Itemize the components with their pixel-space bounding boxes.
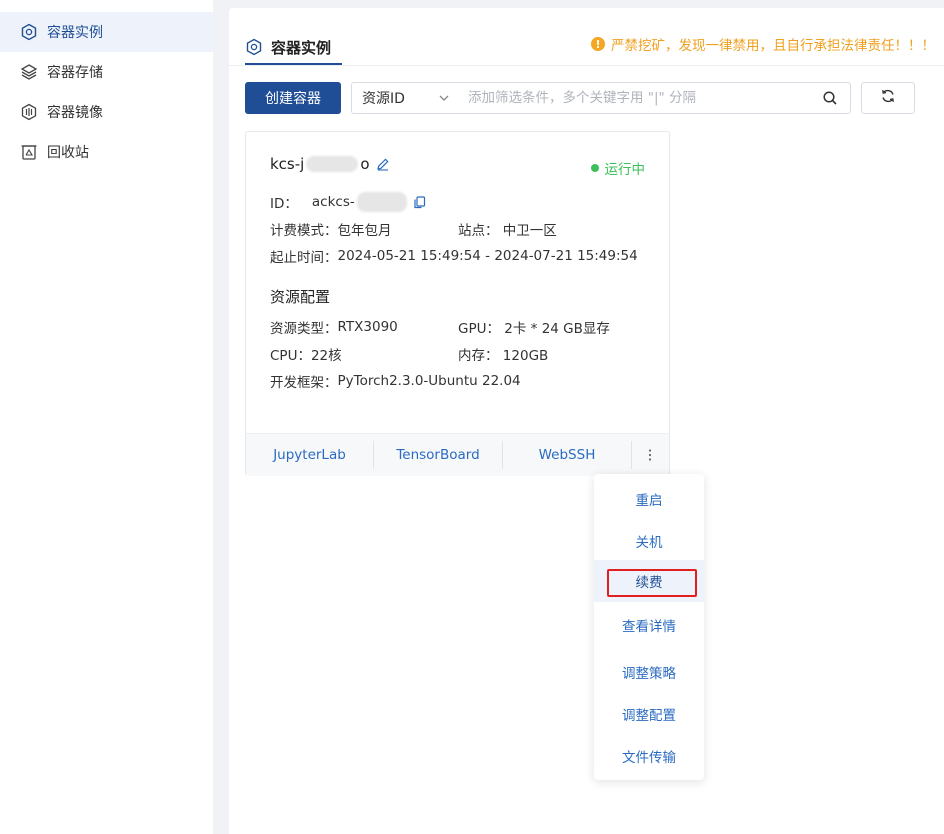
status-text: 运行中 bbox=[604, 162, 646, 178]
menu-item-shutdown[interactable]: 关机 bbox=[594, 521, 704, 561]
warning-icon: ! bbox=[591, 37, 605, 51]
period-value: 2024-05-21 15:49:54 - 2024-07-21 15:49:5… bbox=[337, 248, 638, 264]
layers-icon bbox=[20, 63, 38, 81]
menu-item-restart[interactable]: 重启 bbox=[594, 479, 704, 519]
container-icon bbox=[245, 38, 263, 56]
sidebar-item-label: 容器镜像 bbox=[47, 105, 103, 121]
jupyterlab-link[interactable]: JupyterLab bbox=[246, 434, 373, 476]
tensorboard-link[interactable]: TensorBoard bbox=[374, 434, 502, 476]
refresh-button[interactable] bbox=[861, 82, 915, 114]
filter-bar: 资源ID bbox=[351, 82, 851, 114]
instance-name-suffix: o bbox=[360, 155, 370, 173]
instance-id-row: ID： ackcs- bbox=[270, 192, 426, 212]
menu-item-adjust-policy[interactable]: 调整策略 bbox=[594, 652, 704, 692]
instance-card: kcs-j o 运行中 ID： ackcs- 计费模式： 包年包月 站点： 中卫… bbox=[245, 131, 670, 476]
menu-item-view-details[interactable]: 查看详情 bbox=[594, 605, 704, 645]
sidebar: 容器实例 容器存储 容器镜像 回收站 bbox=[0, 0, 213, 834]
cpu-label: CPU： bbox=[270, 348, 311, 364]
period-row: 起止时间： 2024-05-21 15:49:54 - 2024-07-21 1… bbox=[270, 246, 638, 266]
search-icon[interactable] bbox=[822, 90, 838, 106]
sidebar-item-recycle-bin[interactable]: 回收站 bbox=[0, 132, 213, 172]
period-label: 起止时间： bbox=[270, 250, 338, 266]
more-actions-menu: 重启 关机 续费 查看详情 调整策略 调整配置 文件传输 bbox=[594, 474, 704, 780]
memory-field: 内存： 120GB bbox=[458, 344, 548, 364]
tab-container-instances[interactable]: 容器实例 bbox=[245, 30, 331, 64]
sidebar-item-container-storage[interactable]: 容器存储 bbox=[0, 52, 213, 92]
billing-row: 计费模式： 包年包月 bbox=[270, 219, 392, 239]
header-divider bbox=[229, 65, 944, 66]
redacted-mask bbox=[356, 192, 407, 212]
id-label: ID： bbox=[270, 196, 298, 212]
filter-field-select[interactable]: 资源ID bbox=[352, 83, 460, 113]
cpu-value: 22核 bbox=[310, 348, 342, 364]
sidebar-item-label: 容器存储 bbox=[47, 65, 103, 81]
copy-icon[interactable] bbox=[413, 195, 426, 209]
card-actions: JupyterLab TensorBoard WebSSH bbox=[246, 433, 669, 476]
filter-input[interactable] bbox=[460, 83, 822, 113]
resource-config-title: 资源配置 bbox=[270, 288, 331, 306]
sidebar-item-label: 回收站 bbox=[47, 145, 89, 161]
site-label: 站点： bbox=[458, 223, 499, 239]
menu-item-file-transfer[interactable]: 文件传输 bbox=[594, 736, 704, 776]
recycle-icon bbox=[20, 143, 38, 161]
main-panel: 容器实例 ! 严禁挖矿，发现一律禁用，且自行承担法律责任！！！ 创建容器 资源I… bbox=[229, 8, 944, 834]
container-icon bbox=[20, 23, 38, 41]
chevron-down-icon bbox=[438, 92, 450, 104]
refresh-icon bbox=[880, 88, 896, 108]
more-icon[interactable] bbox=[632, 434, 668, 476]
cpu-row: CPU： 22核 bbox=[270, 344, 342, 364]
framework-row: 开发框架： PyTorch2.3.0-Ubuntu 22.04 bbox=[270, 371, 521, 391]
site-field: 站点： 中卫一区 bbox=[458, 219, 557, 239]
instance-name-prefix: kcs-j bbox=[270, 155, 305, 173]
sidebar-item-label: 容器实例 bbox=[47, 25, 103, 41]
image-icon bbox=[20, 103, 38, 121]
gpu-label: GPU： bbox=[458, 321, 500, 337]
resource-type-label: 资源类型： bbox=[270, 321, 338, 337]
tab-label: 容器实例 bbox=[271, 38, 332, 57]
resource-type-value: RTX3090 bbox=[337, 319, 398, 335]
sidebar-item-container-images[interactable]: 容器镜像 bbox=[0, 92, 213, 132]
billing-value: 包年包月 bbox=[337, 223, 392, 239]
redacted-mask bbox=[306, 156, 359, 172]
filter-field-value: 资源ID bbox=[362, 91, 405, 107]
gpu-value: 2卡 * 24 GB显存 bbox=[504, 321, 610, 337]
resource-type-row: 资源类型： RTX3090 bbox=[270, 317, 398, 337]
create-container-button[interactable]: 创建容器 bbox=[245, 82, 341, 114]
webssh-link[interactable]: WebSSH bbox=[503, 434, 631, 476]
status-badge: 运行中 bbox=[590, 158, 646, 178]
menu-item-renew[interactable]: 续费 bbox=[594, 560, 704, 602]
menu-item-adjust-config[interactable]: 调整配置 bbox=[594, 694, 704, 734]
id-value: ackcs- bbox=[311, 194, 355, 210]
status-dot bbox=[590, 164, 599, 172]
billing-label: 计费模式： bbox=[270, 223, 338, 239]
mining-warning: ! 严禁挖矿，发现一律禁用，且自行承担法律责任！！！ bbox=[591, 34, 935, 54]
site-value: 中卫一区 bbox=[502, 223, 557, 239]
instance-name: kcs-j o bbox=[270, 155, 390, 173]
framework-label: 开发框架： bbox=[270, 375, 338, 391]
sidebar-item-container-instances[interactable]: 容器实例 bbox=[0, 12, 213, 52]
gpu-field: GPU： 2卡 * 24 GB显存 bbox=[458, 317, 610, 337]
memory-label: 内存： bbox=[458, 348, 499, 364]
warning-text: 严禁挖矿，发现一律禁用，且自行承担法律责任！！！ bbox=[611, 38, 935, 54]
edit-icon[interactable] bbox=[376, 157, 390, 171]
framework-value: PyTorch2.3.0-Ubuntu 22.04 bbox=[337, 373, 521, 389]
memory-value: 120GB bbox=[502, 348, 549, 364]
